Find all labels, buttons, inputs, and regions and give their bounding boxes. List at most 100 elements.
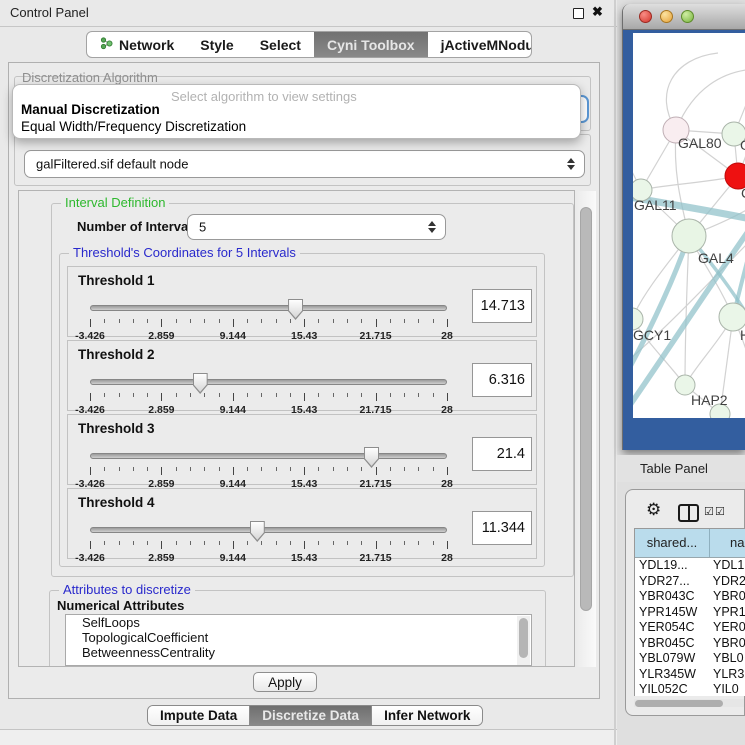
apply-button[interactable]: Apply bbox=[253, 672, 317, 692]
threshold-value-field[interactable]: 6.316 bbox=[472, 363, 532, 397]
list-scrollbar[interactable] bbox=[517, 616, 530, 666]
table-row[interactable]: YBR043CYBR0 bbox=[635, 589, 745, 605]
gear-icon[interactable]: ⚙ bbox=[646, 500, 661, 520]
zoom-traffic-light-icon[interactable] bbox=[681, 10, 694, 23]
float-window-icon[interactable] bbox=[573, 8, 584, 19]
table-row[interactable]: YLR345WYLR3 bbox=[635, 667, 745, 683]
table-cell[interactable]: YDR27... bbox=[635, 574, 710, 590]
numerical-attributes-list[interactable]: SelfLoopsTopologicalCoefficientBetweenne… bbox=[65, 614, 532, 666]
table-panel-title: Table Panel bbox=[640, 461, 708, 476]
column-header-name[interactable]: na bbox=[710, 529, 745, 557]
spinner-arrows-icon[interactable] bbox=[567, 158, 575, 170]
table-row[interactable]: YIL052CYIL0 bbox=[635, 682, 745, 696]
slider-track[interactable] bbox=[90, 527, 447, 533]
slider-track[interactable] bbox=[90, 453, 447, 459]
table-row[interactable]: YDR27...YDR2 bbox=[635, 574, 745, 590]
table-cell[interactable]: YBR0 bbox=[710, 589, 745, 605]
table-cell[interactable]: YIL0 bbox=[710, 682, 739, 696]
table-cell[interactable]: YBL0 bbox=[710, 651, 744, 667]
slider-tick bbox=[447, 467, 448, 475]
slider-tick bbox=[119, 541, 120, 545]
table-row[interactable]: YER054CYER0 bbox=[635, 620, 745, 636]
tab-discretize-data[interactable]: Discretize Data bbox=[250, 706, 372, 725]
table-cell[interactable]: YBR043C bbox=[635, 589, 710, 605]
attribute-list-item[interactable]: SelfLoops bbox=[66, 615, 531, 630]
table-row[interactable]: YBL079WYBL0 bbox=[635, 651, 745, 667]
threshold-slider[interactable]: -3.4262.8599.14415.4321.71528 bbox=[90, 519, 447, 559]
threshold-slider[interactable]: -3.4262.8599.14415.4321.71528 bbox=[90, 297, 447, 337]
slider-track[interactable] bbox=[90, 379, 447, 385]
attribute-list-item[interactable]: TopologicalCoefficient bbox=[66, 630, 531, 645]
table-cell[interactable]: YBR045C bbox=[635, 636, 710, 652]
table-cell[interactable]: YER0 bbox=[710, 620, 745, 636]
table-cell[interactable]: YPR145W bbox=[635, 605, 710, 621]
table-cell[interactable]: YDL1 bbox=[710, 558, 744, 574]
tab-infer-network[interactable]: Infer Network bbox=[372, 706, 482, 725]
number-of-intervals-combobox[interactable]: 5 bbox=[187, 214, 446, 240]
slider-tick bbox=[418, 393, 419, 397]
table-data-combobox[interactable]: galFiltered.sif default node bbox=[24, 150, 585, 178]
tab-network[interactable]: Network bbox=[87, 32, 187, 57]
slider-tick bbox=[347, 393, 348, 397]
slider-tick bbox=[361, 467, 362, 471]
table-cell[interactable]: YBR0 bbox=[710, 636, 745, 652]
numerical-attributes-label: Numerical Attributes bbox=[57, 598, 184, 613]
slider-tick bbox=[176, 319, 177, 323]
table-row[interactable]: YBR045CYBR0 bbox=[635, 636, 745, 652]
table-cell[interactable]: YLR3 bbox=[710, 667, 744, 683]
table-row[interactable]: YPR145WYPR1 bbox=[635, 605, 745, 621]
slider-thumb[interactable] bbox=[364, 447, 379, 468]
slider-thumb[interactable] bbox=[288, 299, 303, 320]
attribute-list-item[interactable]: BetweennessCentrality bbox=[66, 645, 531, 660]
threshold-value-field[interactable]: 21.4 bbox=[472, 437, 532, 471]
slider-thumb[interactable] bbox=[193, 373, 208, 394]
table-hscrollbar-thumb[interactable] bbox=[635, 700, 723, 707]
panel-scrollbar[interactable] bbox=[577, 191, 596, 667]
threshold-slider[interactable]: -3.4262.8599.14415.4321.71528 bbox=[90, 371, 447, 411]
slider-tick bbox=[318, 319, 319, 323]
tab-jactivemnodules[interactable]: jActiveMNodules bbox=[428, 32, 532, 57]
slider-thumb[interactable] bbox=[250, 521, 265, 542]
tab-select[interactable]: Select bbox=[247, 32, 314, 57]
table-cell[interactable]: YIL052C bbox=[635, 682, 710, 696]
checkbox-icon[interactable]: ☑ bbox=[715, 505, 725, 518]
table-cell[interactable]: YDR2 bbox=[710, 574, 745, 590]
checkbox-icon[interactable]: ☑ bbox=[704, 505, 714, 518]
threshold-slider[interactable]: -3.4262.8599.14415.4321.71528 bbox=[90, 445, 447, 485]
minimize-traffic-light-icon[interactable] bbox=[660, 10, 673, 23]
slider-tick bbox=[219, 393, 220, 397]
panel-splitter[interactable] bbox=[614, 0, 616, 745]
table-cell[interactable]: YBL079W bbox=[635, 651, 710, 667]
list-scrollbar-thumb[interactable] bbox=[519, 618, 528, 658]
slider-tick bbox=[204, 319, 205, 323]
close-icon[interactable]: ✖ bbox=[592, 4, 603, 20]
table-header-row: shared... na bbox=[635, 529, 745, 558]
slider-tick bbox=[304, 541, 305, 549]
table-cell[interactable]: YER054C bbox=[635, 620, 710, 636]
network-view-window[interactable]: GAL80 G C GAL11 GAL4 GCY1 H HAP2 bbox=[622, 4, 745, 450]
tab-impute-data[interactable]: Impute Data bbox=[148, 706, 250, 725]
network-canvas[interactable]: GAL80 G C GAL11 GAL4 GCY1 H HAP2 bbox=[633, 33, 745, 418]
network-window-titlebar[interactable] bbox=[623, 4, 745, 30]
slider-tick bbox=[304, 467, 305, 475]
panel-scrollbar-thumb[interactable] bbox=[580, 207, 592, 611]
threshold-value-field[interactable]: 11.344 bbox=[472, 511, 532, 545]
tab-style[interactable]: Style bbox=[187, 32, 246, 57]
dropdown-option-equal-width[interactable]: Equal Width/Frequency Discretization bbox=[21, 119, 246, 134]
threshold-value-field[interactable]: 14.713 bbox=[472, 289, 532, 323]
tab-cyni-toolbox[interactable]: Cyni Toolbox bbox=[314, 32, 428, 57]
slider-tick bbox=[247, 319, 248, 323]
dropdown-option-manual[interactable]: Manual Discretization bbox=[21, 102, 160, 117]
table-cell[interactable]: YDL19... bbox=[635, 558, 710, 574]
close-traffic-light-icon[interactable] bbox=[639, 10, 652, 23]
slider-tick bbox=[190, 393, 191, 397]
table-hscrollbar[interactable] bbox=[634, 699, 744, 707]
node-gal4[interactable] bbox=[672, 219, 706, 253]
split-columns-icon[interactable] bbox=[678, 504, 699, 522]
column-header-shared[interactable]: shared... bbox=[635, 529, 710, 557]
table-row[interactable]: YDL19...YDL1 bbox=[635, 558, 745, 574]
table-cell[interactable]: YLR345W bbox=[635, 667, 710, 683]
spinner-arrows-icon[interactable] bbox=[428, 221, 436, 233]
table-cell[interactable]: YPR1 bbox=[710, 605, 745, 621]
slider-track[interactable] bbox=[90, 305, 447, 311]
